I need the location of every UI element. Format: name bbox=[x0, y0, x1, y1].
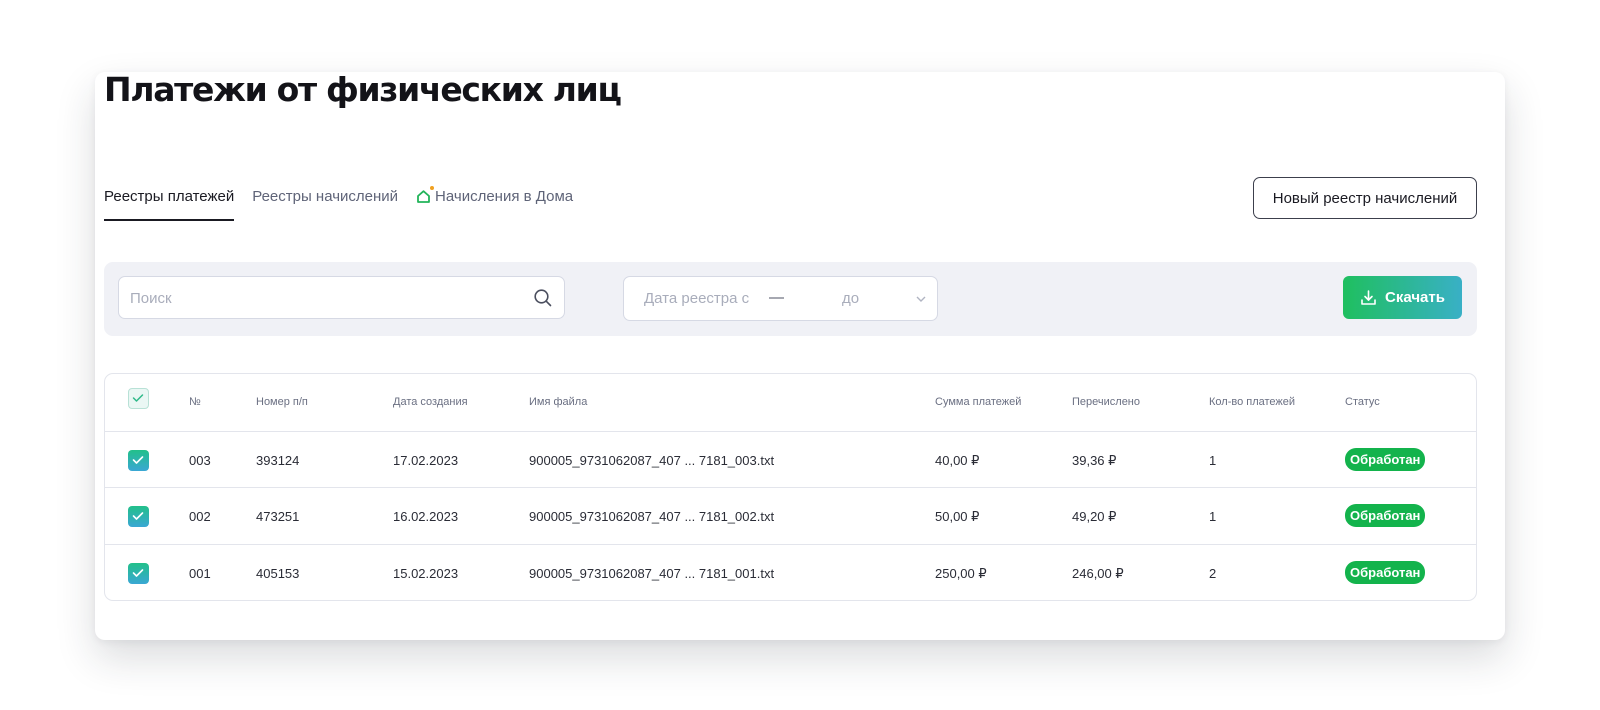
cell-no: 003 bbox=[189, 453, 211, 468]
check-icon bbox=[132, 569, 144, 577]
page-title: Платежи от физических лиц bbox=[104, 70, 622, 109]
row-checkbox[interactable] bbox=[128, 506, 149, 527]
cell-date: 17.02.2023 bbox=[393, 453, 459, 468]
cell-no: 002 bbox=[189, 509, 211, 524]
column-header: Перечислено bbox=[1072, 396, 1140, 408]
filter-bar: Дата реестра с — до Скачать bbox=[104, 262, 1477, 336]
column-header: № bbox=[189, 396, 201, 408]
cell-transferred: 39,36 ₽ bbox=[1072, 453, 1117, 468]
column-header: Сумма платежей bbox=[935, 396, 1022, 408]
cell-filename: 900005_9731062087_407 ... 7181_001.txt bbox=[529, 566, 775, 581]
cell-transferred: 246,00 ₽ bbox=[1072, 566, 1124, 581]
cell-number: 473251 bbox=[256, 509, 300, 524]
tabs: Реестры платежей Реестры начислений Начи… bbox=[104, 186, 574, 224]
column-header: Кол-во платежей bbox=[1209, 396, 1296, 408]
cell-count: 2 bbox=[1209, 566, 1217, 581]
search-icon[interactable] bbox=[533, 288, 553, 308]
download-icon bbox=[1361, 290, 1376, 305]
cell-date: 15.02.2023 bbox=[393, 566, 459, 581]
table-row[interactable]: 002 473251 16.02.2023 900005_9731062087_… bbox=[105, 487, 1476, 545]
check-icon bbox=[132, 394, 144, 402]
check-icon bbox=[132, 512, 144, 520]
cell-filename: 900005_9731062087_407 ... 7181_003.txt bbox=[529, 453, 775, 468]
cell-count: 1 bbox=[1209, 453, 1217, 468]
cell-date: 16.02.2023 bbox=[393, 509, 459, 524]
cell-no: 001 bbox=[189, 566, 211, 581]
column-header: Дата создания bbox=[393, 396, 468, 408]
date-from-field[interactable]: Дата реестра с bbox=[644, 290, 749, 307]
payments-table: № Номер п/п Дата создания Имя файла Сумм… bbox=[104, 373, 1477, 601]
search-box bbox=[118, 276, 565, 319]
date-range-separator: — bbox=[769, 289, 784, 306]
table-header: № Номер п/п Дата создания Имя файла Сумм… bbox=[105, 374, 1476, 431]
column-header: Статус bbox=[1345, 396, 1380, 408]
check-icon bbox=[132, 456, 144, 464]
date-to-field[interactable]: до bbox=[842, 290, 859, 307]
cell-transferred: 49,20 ₽ bbox=[1072, 509, 1117, 524]
search-input[interactable] bbox=[120, 278, 532, 319]
cell-sum: 40,00 ₽ bbox=[935, 453, 980, 468]
tab-label: Реестры начислений bbox=[252, 188, 399, 205]
cell-number: 393124 bbox=[256, 453, 300, 468]
table-row[interactable]: 003 393124 17.02.2023 900005_9731062087_… bbox=[105, 431, 1476, 489]
new-registry-button[interactable]: Новый реестр начислений bbox=[1253, 177, 1477, 219]
cell-count: 1 bbox=[1209, 509, 1217, 524]
tab-accrual-registries[interactable]: Реестры начислений bbox=[252, 188, 398, 221]
cell-filename: 900005_9731062087_407 ... 7181_002.txt bbox=[529, 509, 775, 524]
status-badge: Обработан bbox=[1345, 448, 1426, 471]
column-header: Имя файла bbox=[529, 396, 588, 408]
row-checkbox[interactable] bbox=[128, 450, 149, 471]
download-button[interactable]: Скачать bbox=[1343, 276, 1462, 319]
row-checkbox[interactable] bbox=[128, 563, 149, 584]
cell-sum: 250,00 ₽ bbox=[935, 566, 987, 581]
tab-label: Реестры платежей bbox=[104, 188, 235, 205]
chevron-down-icon bbox=[916, 296, 926, 302]
table-row[interactable]: 001 405153 15.02.2023 900005_9731062087_… bbox=[105, 544, 1476, 600]
tab-accruals-in-doma[interactable]: Начисления в Дома bbox=[416, 186, 574, 221]
tab-payment-registries[interactable]: Реестры платежей bbox=[104, 188, 235, 221]
cell-number: 405153 bbox=[256, 566, 300, 581]
select-all-checkbox[interactable] bbox=[128, 388, 149, 409]
cell-sum: 50,00 ₽ bbox=[935, 509, 980, 524]
status-badge: Обработан bbox=[1345, 504, 1426, 527]
date-range-picker[interactable]: Дата реестра с — до bbox=[623, 276, 938, 321]
status-badge: Обработан bbox=[1345, 561, 1426, 584]
column-header: Номер п/п bbox=[256, 396, 308, 408]
tab-label: Начисления в Дома bbox=[435, 188, 574, 205]
download-label: Скачать bbox=[1385, 289, 1445, 306]
home-icon bbox=[416, 186, 435, 204]
